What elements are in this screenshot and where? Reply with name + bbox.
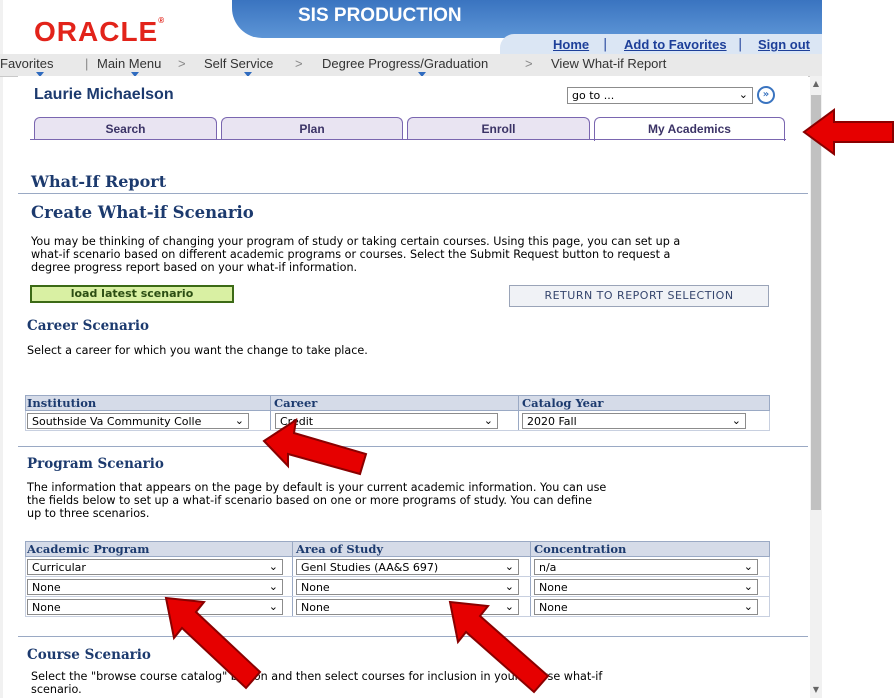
nav-view-what-if-report[interactable]: View What-if Report (551, 56, 666, 71)
red-arrow-icon (802, 108, 894, 156)
divider (18, 193, 808, 194)
institution-select[interactable]: Southside Va Community Colle ⌄ (27, 413, 249, 429)
scroll-up-icon[interactable]: ▲ (810, 78, 822, 90)
home-link[interactable]: Home (553, 37, 589, 52)
chevron-down-icon: ⌄ (268, 580, 278, 593)
add-to-favorites-link[interactable]: Add to Favorites (624, 37, 727, 52)
career-description: Select a career for which you want the c… (27, 344, 368, 357)
red-arrow-icon (448, 600, 550, 694)
goto-select[interactable]: go to ... ⌄ (567, 87, 753, 104)
oracle-logo: ORACLE® (34, 16, 166, 47)
academic-program-value: Curricular (32, 561, 86, 574)
tab-divider (30, 139, 786, 140)
tab-plan[interactable]: Plan (221, 117, 403, 139)
return-to-report-selection-button[interactable]: RETURN TO REPORT SELECTION (509, 285, 769, 307)
sign-out-link[interactable]: Sign out (758, 37, 810, 52)
chevron-down-icon: ⌄ (504, 560, 514, 573)
column-header-catalog-year: Catalog Year (522, 396, 604, 410)
catalog-year-select[interactable]: 2020 Fall ⌄ (522, 413, 746, 429)
double-chevron-right-icon[interactable]: » (757, 86, 775, 104)
career-scenario-heading: Career Scenario (27, 318, 149, 334)
career-grid-header (25, 395, 770, 411)
column-header-area-of-study: Area of Study (296, 542, 384, 556)
academic-program-value: None (32, 601, 61, 614)
intro-text: You may be thinking of changing your pro… (31, 235, 680, 274)
nav-self-service[interactable]: Self Service (204, 56, 273, 71)
load-latest-scenario-button[interactable]: load latest scenario (30, 285, 234, 303)
scrollbar-thumb[interactable] (811, 95, 821, 510)
column-header-career: Career (274, 396, 318, 410)
nav-degree-progress[interactable]: Degree Progress/Graduation (322, 56, 488, 71)
chevron-down-icon: ⌄ (268, 560, 278, 573)
program-description-line: the fields below to set up a what-if sce… (27, 494, 592, 507)
academic-program-select-1[interactable]: Curricular ⌄ (27, 559, 283, 575)
window-edge (0, 0, 3, 698)
goto-value: go to ... (572, 89, 615, 102)
program-description-line: The information that appears on the page… (27, 481, 607, 494)
area-of-study-select-1[interactable]: Genl Studies (AA&S 697) ⌄ (296, 559, 519, 575)
chevron-down-icon: ⌄ (483, 414, 493, 427)
program-description: The information that appears on the page… (27, 481, 606, 520)
red-arrow-icon (262, 418, 368, 476)
chevron-down-icon: ⌄ (234, 414, 244, 427)
environment-title: SIS PRODUCTION (298, 5, 462, 26)
breadcrumb-separator: > (178, 56, 186, 71)
column-header-institution: Institution (27, 396, 97, 410)
chevron-down-icon: ⌄ (268, 600, 278, 613)
tab-my-academics[interactable]: My Academics (594, 117, 785, 141)
link-separator: | (603, 37, 608, 52)
chevron-down-icon: ⌄ (738, 88, 748, 101)
link-separator: | (738, 37, 743, 52)
nav-divider: | (85, 56, 89, 71)
concentration-select-1[interactable]: n/a ⌄ (534, 559, 758, 575)
chevron-down-icon: ⌄ (743, 560, 753, 573)
column-header-academic-program: Academic Program (27, 542, 150, 556)
page-subtitle: Create What-if Scenario (31, 203, 254, 222)
chevron-down-icon: ⌄ (743, 580, 753, 593)
intro-line: what-if scenario based on different acad… (31, 248, 671, 261)
breadcrumb-separator: > (295, 56, 303, 71)
tab-enroll[interactable]: Enroll (407, 117, 590, 139)
program-scenario-heading: Program Scenario (27, 456, 164, 472)
column-header-concentration: Concentration (534, 542, 627, 556)
catalog-year-value: 2020 Fall (527, 415, 577, 428)
intro-line: You may be thinking of changing your pro… (31, 235, 681, 248)
concentration-value: n/a (539, 561, 557, 574)
program-description-line: up to three scenarios. (27, 507, 150, 520)
area-of-study-value: Genl Studies (AA&S 697) (301, 561, 439, 574)
nav-main-menu[interactable]: Main Menu (97, 56, 161, 71)
nav-favorites[interactable]: Favorites (0, 56, 53, 71)
intro-line: degree progress report based on your wha… (31, 261, 358, 274)
concentration-select-2[interactable]: None ⌄ (534, 579, 758, 595)
chevron-down-icon: ⌄ (731, 414, 741, 427)
student-name: Laurie Michaelson (34, 86, 174, 103)
area-of-study-value: None (301, 601, 330, 614)
concentration-select-3[interactable]: None ⌄ (534, 599, 758, 615)
institution-value: Southside Va Community Colle (32, 415, 202, 428)
course-scenario-heading: Course Scenario (27, 647, 151, 663)
scroll-down-icon[interactable]: ▼ (810, 684, 822, 696)
breadcrumb-separator: > (525, 56, 533, 71)
tab-search[interactable]: Search (34, 117, 217, 139)
area-of-study-value: None (301, 581, 330, 594)
divider (18, 446, 808, 447)
page-title: What-If Report (31, 172, 167, 191)
chevron-down-icon: ⌄ (743, 600, 753, 613)
red-arrow-icon (164, 596, 262, 690)
academic-program-value: None (32, 581, 61, 594)
divider (18, 636, 808, 637)
